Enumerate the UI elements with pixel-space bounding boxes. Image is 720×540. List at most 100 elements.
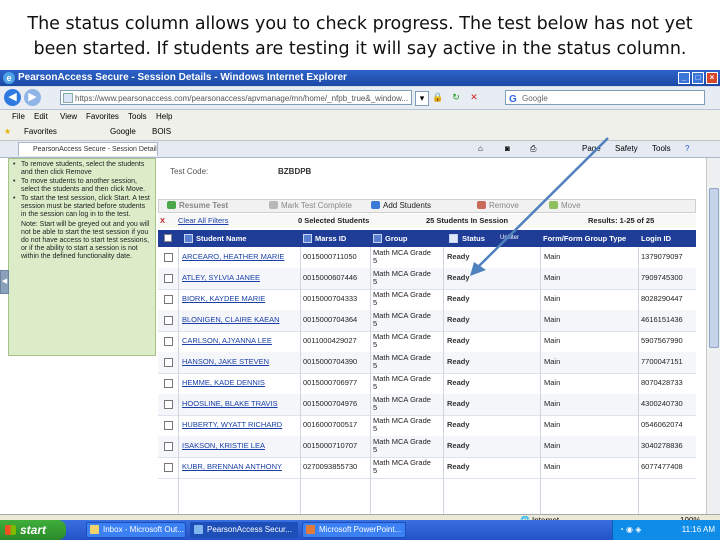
header-group[interactable]: Group bbox=[385, 230, 408, 247]
back-icon[interactable]: ◀ bbox=[4, 89, 21, 106]
column-divider bbox=[178, 247, 179, 514]
add-students-button[interactable]: Add Students bbox=[371, 200, 431, 212]
move-icon bbox=[549, 201, 558, 209]
lock-icon[interactable]: 🔒 bbox=[432, 91, 444, 104]
task-pearsonaccess-label: PearsonAccess Secur... bbox=[207, 525, 292, 534]
powerpoint-icon bbox=[306, 525, 315, 534]
student-name-link[interactable]: KUBR, BRENNAN ANTHONY bbox=[182, 463, 282, 471]
header-status[interactable]: Status bbox=[462, 230, 485, 247]
print-icon[interactable]: ⎙ bbox=[530, 143, 536, 155]
student-name-link[interactable]: CARLSON, AJYANNA LEE bbox=[182, 337, 272, 345]
row-checkbox[interactable] bbox=[164, 337, 173, 346]
remove-button[interactable]: Remove bbox=[477, 200, 519, 212]
resume-icon bbox=[167, 201, 176, 209]
clear-filter-icon[interactable]: X bbox=[160, 214, 165, 228]
browser-window: e PearsonAccess Secure - Session Details… bbox=[0, 70, 720, 540]
column-divider bbox=[370, 247, 371, 514]
search-input[interactable]: G Google bbox=[505, 90, 705, 105]
row-checkbox[interactable] bbox=[164, 316, 173, 325]
refresh-icon[interactable]: ↻ bbox=[450, 91, 462, 104]
menu-view[interactable]: View bbox=[60, 110, 77, 124]
marss-id-cell: 0015000711050 bbox=[303, 252, 357, 261]
slide-caption: The status column allows you to check pr… bbox=[0, 12, 720, 62]
student-name-link[interactable]: BLONIGEN, CLAIRE KAEAN bbox=[182, 316, 280, 324]
resume-test-button[interactable]: Resume Test bbox=[167, 200, 228, 212]
menu-edit[interactable]: Edit bbox=[34, 110, 48, 124]
header-student-name[interactable]: Student Name bbox=[196, 230, 246, 247]
marss-id-cell: 0011000429027 bbox=[303, 336, 357, 345]
favorites-star-icon[interactable]: ★ bbox=[4, 124, 11, 140]
menu-help[interactable]: Help bbox=[156, 110, 172, 124]
address-dropdown-icon[interactable]: ▾ bbox=[415, 91, 429, 106]
row-checkbox[interactable] bbox=[164, 400, 173, 409]
row-checkbox[interactable] bbox=[164, 442, 173, 451]
row-checkbox[interactable] bbox=[164, 253, 173, 262]
scrollbar-thumb[interactable] bbox=[709, 188, 719, 348]
fav-bois[interactable]: BOIS bbox=[152, 124, 171, 140]
remove-icon bbox=[477, 201, 486, 209]
home-icon[interactable]: ⌂ bbox=[478, 143, 483, 155]
task-pearsonaccess[interactable]: PearsonAccess Secur... bbox=[190, 522, 298, 538]
mark-test-complete-button[interactable]: Mark Test Complete bbox=[269, 200, 352, 212]
safety-menu[interactable]: Safety bbox=[615, 143, 638, 155]
select-all-checkbox[interactable] bbox=[164, 234, 172, 242]
start-button[interactable]: start bbox=[0, 520, 66, 540]
resume-test-label: Resume Test bbox=[179, 201, 229, 210]
table-row: ISAKSON, KRISTIE LEA 0015000710707 Math MC… bbox=[158, 436, 696, 458]
row-checkbox[interactable] bbox=[164, 295, 173, 304]
header-marss-id[interactable]: Marss ID bbox=[315, 230, 346, 247]
student-name-link[interactable]: ISAKSON, KRISTIE LEA bbox=[182, 442, 265, 450]
student-name-link[interactable]: HANSON, JAKE STEVEN bbox=[182, 358, 269, 366]
vertical-scrollbar[interactable] bbox=[706, 158, 720, 514]
status-filter-icon[interactable] bbox=[449, 234, 458, 243]
row-checkbox[interactable] bbox=[164, 379, 173, 388]
tools-menu[interactable]: Tools bbox=[652, 143, 671, 155]
group-filter-icon[interactable] bbox=[373, 234, 382, 243]
tab-session-details[interactable]: PearsonAccess Secure - Session Details bbox=[18, 142, 158, 156]
clear-all-filters-link[interactable]: Clear All Filters bbox=[178, 214, 228, 228]
student-name-link[interactable]: BIORK, KAYDEE MARIE bbox=[182, 295, 265, 303]
move-button[interactable]: Move bbox=[549, 200, 581, 212]
marss-id-cell: 0015000704333 bbox=[303, 294, 358, 303]
name-filter-icon[interactable] bbox=[184, 234, 193, 243]
forward-icon[interactable]: ▶ bbox=[24, 89, 41, 106]
student-name-link[interactable]: ATLEY, SYLVIA JANEE bbox=[182, 274, 260, 282]
header-form-type[interactable]: Form/Form Group Type bbox=[543, 230, 626, 247]
stop-icon[interactable]: ✕ bbox=[468, 91, 480, 104]
fav-google[interactable]: Google bbox=[110, 124, 136, 140]
feeds-icon[interactable]: ◙ bbox=[505, 143, 510, 155]
header-login-id[interactable]: Login ID bbox=[641, 230, 671, 247]
form-type-cell: Main bbox=[544, 252, 561, 261]
row-checkbox[interactable] bbox=[164, 274, 173, 283]
menu-file[interactable]: File bbox=[12, 110, 25, 124]
table-row: HEMME, KADE DENNIS 0015000706977 Math MCA … bbox=[158, 373, 696, 395]
tray-icons[interactable]: ◔ ◉ ◈ bbox=[619, 520, 641, 540]
task-powerpoint[interactable]: Microsoft PowerPoint... bbox=[302, 522, 406, 538]
maximize-icon[interactable]: □ bbox=[692, 72, 704, 84]
id-filter-icon[interactable] bbox=[303, 234, 312, 243]
menu-tools[interactable]: Tools bbox=[128, 110, 147, 124]
status-unfilter-link[interactable]: Unfilter bbox=[500, 230, 519, 247]
row-checkbox[interactable] bbox=[164, 358, 173, 367]
action-toolbar: Resume Test Mark Test Complete Add Stude… bbox=[158, 199, 696, 213]
fav-favorites[interactable]: Favorites bbox=[24, 124, 57, 140]
student-name-link[interactable]: HUBERTY, WYATT RICHARD bbox=[182, 421, 282, 429]
address-input[interactable]: https://www.pearsonaccess.com/pearsonacc… bbox=[60, 90, 412, 105]
panel-collapse-handle[interactable]: ◀ bbox=[0, 270, 9, 294]
login-id-cell: 5907567990 bbox=[641, 336, 683, 345]
menu-favorites[interactable]: Favorites bbox=[86, 110, 119, 124]
student-name-link[interactable]: ARCEARO, HEATHER MARIE bbox=[182, 253, 284, 261]
status-cell: Ready bbox=[447, 357, 470, 366]
task-outlook[interactable]: Inbox - Microsoft Out... bbox=[86, 522, 186, 538]
form-type-cell: Main bbox=[544, 357, 561, 366]
student-name-link[interactable]: HEMME, KADE DENNIS bbox=[182, 379, 265, 387]
group-cell: Math MCA Grade 5 bbox=[373, 395, 431, 412]
help-icon[interactable]: ? bbox=[685, 143, 689, 155]
row-checkbox[interactable] bbox=[164, 421, 173, 430]
close-icon[interactable]: × bbox=[706, 72, 718, 84]
clock[interactable]: 11:16 AM bbox=[682, 520, 715, 540]
page-menu[interactable]: Page bbox=[582, 143, 601, 155]
row-checkbox[interactable] bbox=[164, 463, 173, 472]
student-name-link[interactable]: HOOSLINE, BLAKE TRAVIS bbox=[182, 400, 278, 408]
minimize-icon[interactable]: _ bbox=[678, 72, 690, 84]
